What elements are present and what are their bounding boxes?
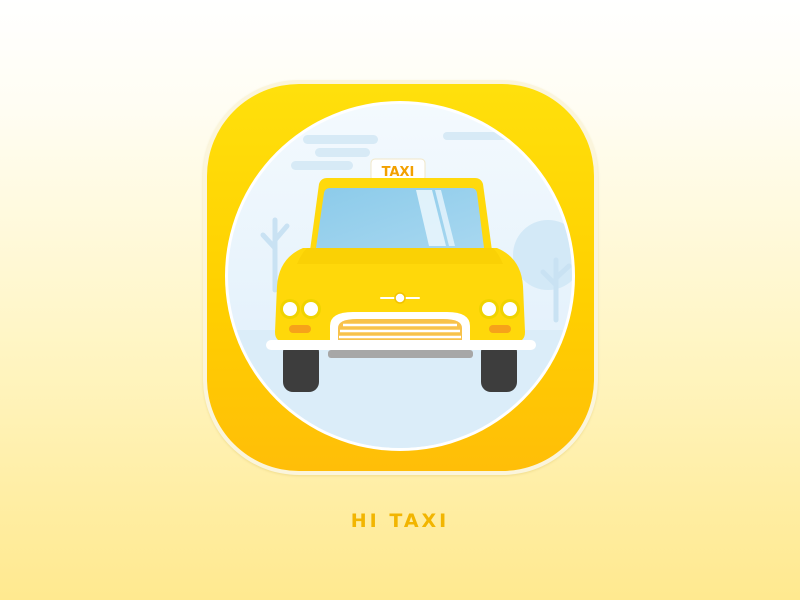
taxi-car-icon: TAXI: [225, 101, 575, 451]
taxi-windshield: [316, 188, 484, 248]
taxi-roof-sign-text: TAXI: [382, 165, 415, 180]
taxi-grille: [330, 312, 470, 342]
app-name-label: HI TAXI: [350, 510, 450, 532]
front-bumper: [266, 340, 536, 350]
bumper-shadow: [328, 350, 473, 358]
